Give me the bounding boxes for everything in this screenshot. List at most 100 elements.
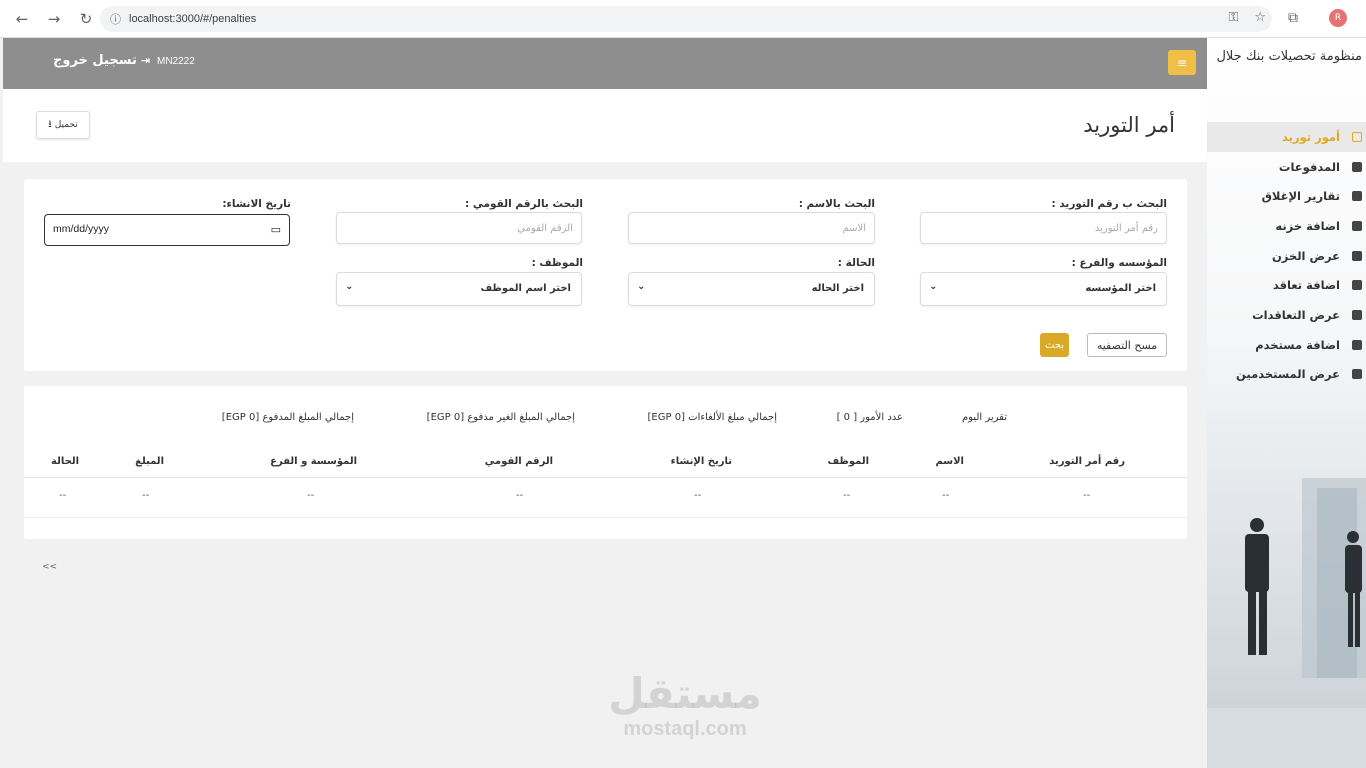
table-cell: -- <box>1083 490 1091 501</box>
pagination-prev[interactable]: << <box>42 562 57 572</box>
site-info-icon[interactable]: ⓘ <box>110 11 121 27</box>
sidebar-item-label: المدفوعات <box>1278 159 1340 174</box>
chart-icon <box>1352 191 1362 202</box>
sidebar-item-label: عرض التعاقدات <box>1252 307 1340 322</box>
sidebar-item-label: عرض المستخدمين <box>1236 367 1340 382</box>
sidebar-item-payments[interactable]: المدفوعات <box>1207 152 1366 182</box>
profile-avatar[interactable]: R <box>1329 9 1347 27</box>
supply-number-label: البحث ب رقم التوريد : <box>1051 198 1168 210</box>
name-input[interactable]: الاسم <box>628 212 875 244</box>
password-key-icon[interactable]: ⚿ <box>1228 10 1238 25</box>
chevron-down-icon: ⌄ <box>637 281 646 292</box>
user-add-icon <box>1352 339 1362 350</box>
national-id-input[interactable]: الرقم القومي <box>336 212 582 244</box>
address-bar[interactable]: ⓘ localhost:3000/#/penalties <box>100 6 1272 32</box>
sidebar-item-view-safes[interactable]: عرض الخزن <box>1207 241 1366 271</box>
today-report-label: تقرير اليوم <box>961 412 1007 423</box>
column-header: رقم أمر التوريد <box>1049 456 1125 467</box>
sidebar-item-add-safe[interactable]: اضافة خزنه <box>1207 211 1366 241</box>
sidebar-item-label: اضافة تعاقد <box>1272 278 1340 293</box>
logout-icon: ⇥ <box>140 54 151 67</box>
column-header: المبلغ <box>135 456 164 467</box>
table-cell: -- <box>59 490 67 501</box>
sidebar-item-view-contracts[interactable]: عرض التعاقدات <box>1207 300 1366 330</box>
search-button[interactable]: بحث <box>1040 333 1069 357</box>
supply-number-placeholder: رقم أمر التوريد <box>1094 222 1158 234</box>
employee-selected: اختر اسم الموظف <box>480 283 572 294</box>
sidebar-item-label: تقارير الإغلاق <box>1261 189 1340 204</box>
employee-label: الموظف : <box>531 257 583 269</box>
institution-selected: اختر المؤسسه <box>1085 283 1156 294</box>
calendar-icon[interactable]: ▭ <box>271 223 281 236</box>
contracts-icon <box>1352 309 1362 320</box>
business-people-background-image <box>1207 478 1366 768</box>
sidebar-item-view-users[interactable]: عرض المستخدمين <box>1207 360 1366 390</box>
download-button[interactable]: ⭳ تحميل <box>36 111 90 139</box>
status-label: الحالة : <box>837 257 875 269</box>
column-header: الموظف <box>827 456 869 467</box>
institution-select[interactable]: اختر المؤسسه ⌄ <box>920 272 1167 306</box>
table-cell: -- <box>942 490 950 501</box>
sidebar-item-add-user[interactable]: اضافة مستخدم <box>1207 330 1366 360</box>
download-icon: ⭳ <box>48 118 52 130</box>
invoice-icon <box>1352 131 1362 142</box>
created-date-value: mm/dd/yyyy <box>53 223 110 235</box>
name-placeholder: الاسم <box>842 222 866 234</box>
table-cell: -- <box>843 490 851 501</box>
sidebar-item-closing-reports[interactable]: تقارير الإغلاق <box>1207 181 1366 211</box>
page-title: أمر التوريد <box>1083 113 1175 137</box>
user-code: MN2222 <box>157 56 195 67</box>
table-row: -- -- -- -- -- -- -- -- <box>24 478 1187 518</box>
sidebar-menu: أمور توريد المدفوعات تقارير الإغلاق اضاف… <box>1207 122 1366 389</box>
table-cell: -- <box>307 490 315 501</box>
extensions-icon[interactable]: ⧉ <box>1288 10 1298 26</box>
status-select[interactable]: اختر الحاله ⌄ <box>628 272 875 306</box>
results-panel: تقرير اليوم عدد الأمور [ 0 ] إجمالي مبلغ… <box>24 386 1187 539</box>
sidebar-item-label: اضافة مستخدم <box>1255 337 1340 352</box>
hamburger-icon[interactable]: ≡ <box>1168 50 1196 75</box>
safe-icon <box>1352 250 1362 261</box>
bookmark-star-icon[interactable]: ☆ <box>1254 10 1266 25</box>
logout-button[interactable]: تسجيل خروج ⇥ <box>53 53 150 68</box>
top-header: ≡ MN2222 تسجيل خروج ⇥ <box>3 38 1207 89</box>
sidebar-item-add-contract[interactable]: اضافة تعاقد <box>1207 270 1366 300</box>
column-header: تاريخ الإنشاء <box>670 456 732 467</box>
forward-icon[interactable]: → <box>40 5 68 33</box>
contract-add-icon <box>1352 280 1362 291</box>
mostaql-watermark-logo: مستقل mostaql.com <box>600 670 770 741</box>
table-cell: -- <box>516 490 524 501</box>
watermark-latin: mostaql.com <box>623 718 747 740</box>
orders-count: عدد الأمور [ 0 ] <box>836 412 903 423</box>
total-unpaid: إجمالي المبلغ الغير مدفوع [0 EGP] <box>426 412 575 423</box>
total-cancellations: إجمالي مبلغ الألغاءات [0 EGP] <box>647 412 778 423</box>
sidebar-item-label: اضافة خزنه <box>1275 218 1340 233</box>
national-id-label: البحث بالرقم القومي : <box>465 198 583 210</box>
watermark-arabic: مستقل <box>608 669 762 718</box>
employee-select[interactable]: اختر اسم الموظف ⌄ <box>336 272 582 306</box>
column-header: الحالة <box>51 456 79 467</box>
clear-filter-button[interactable]: مسح التصفيه <box>1087 333 1167 357</box>
download-label: تحميل <box>54 120 78 130</box>
url-text: localhost:3000/#/penalties <box>129 13 257 25</box>
institution-label: المؤسسه والفرع : <box>1071 257 1167 269</box>
column-header: الرقم القومي <box>484 456 553 467</box>
sidebar-item-supply-orders[interactable]: أمور توريد <box>1207 122 1366 152</box>
filter-panel: البحث ب رقم التوريد : رقم أمر التوريد ال… <box>24 179 1187 371</box>
created-date-input[interactable]: mm/dd/yyyy ▭ <box>44 214 290 246</box>
sidebar-item-label: عرض الخزن <box>1271 248 1340 263</box>
payments-icon <box>1352 161 1362 172</box>
app-title: منظومة تحصيلات بنك جلال <box>1216 49 1362 64</box>
chevron-down-icon: ⌄ <box>345 281 354 292</box>
created-date-label: تاريخ الانشاء: <box>222 198 291 210</box>
column-header: المؤسسة و الفرع <box>270 456 357 467</box>
total-paid: إجمالي المبلغ المدفوع [0 EGP] <box>221 412 354 423</box>
reload-icon[interactable]: ↻ <box>72 5 100 33</box>
back-icon[interactable]: ← <box>8 5 36 33</box>
safe-add-icon <box>1352 220 1362 231</box>
users-icon <box>1352 369 1362 380</box>
sidebar-item-label: أمور توريد <box>1281 129 1340 144</box>
name-label: البحث بالاسم : <box>798 198 875 210</box>
browser-toolbar: ← → ↻ ⓘ localhost:3000/#/penalties ⚿ ☆ ⧉… <box>0 0 1366 38</box>
supply-number-input[interactable]: رقم أمر التوريد <box>920 212 1167 244</box>
table-cell: -- <box>694 490 702 501</box>
